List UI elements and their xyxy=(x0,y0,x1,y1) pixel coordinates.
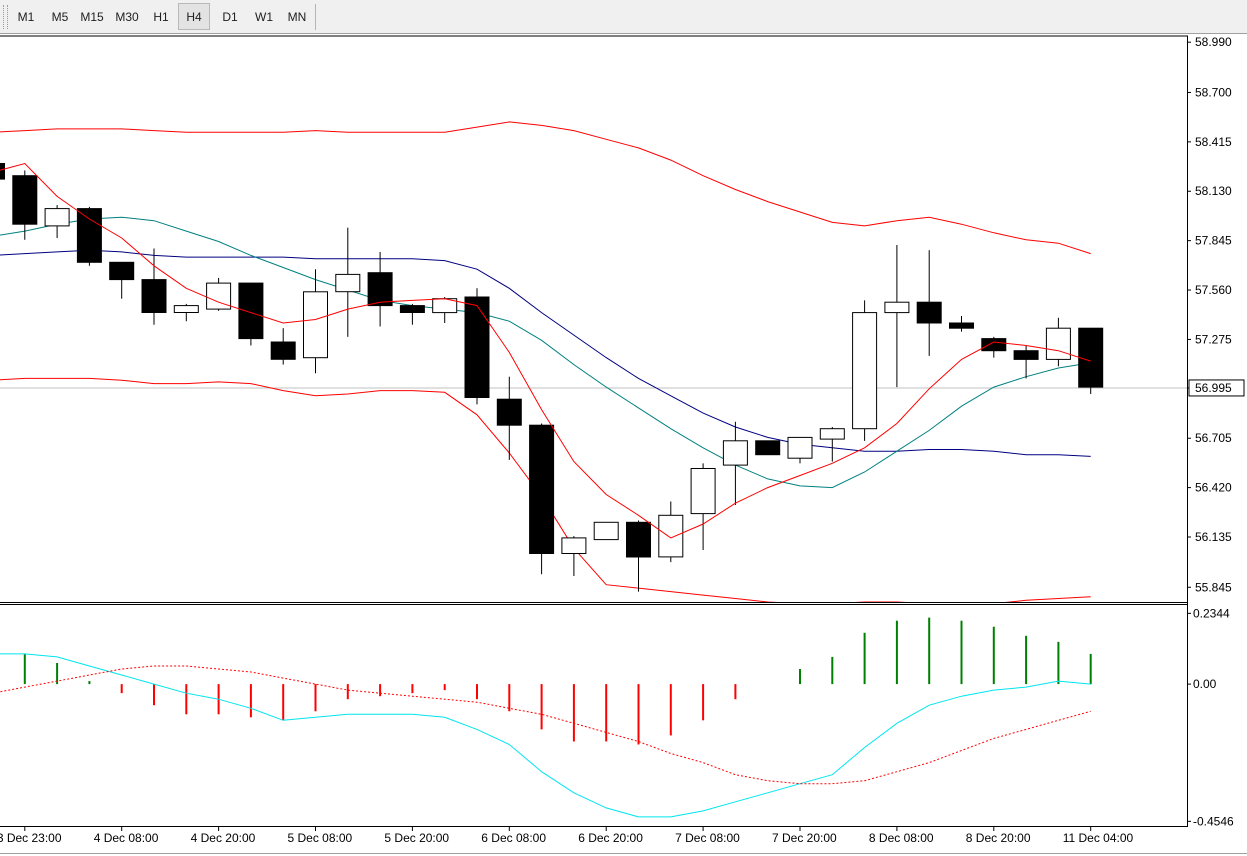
price-tick-label: 56.420 xyxy=(1195,481,1232,495)
price-tick-label: 56.705 xyxy=(1195,431,1232,445)
candle-body-bearish xyxy=(496,398,522,426)
candle-body-bullish xyxy=(787,436,813,459)
candle-body-bullish xyxy=(561,537,587,554)
price-tick-label: 56.995 xyxy=(1195,381,1232,395)
candle-body-bearish xyxy=(12,175,38,225)
timeframe-button-m15[interactable]: M15 xyxy=(76,3,108,30)
time-tick-label: 6 Dec 20:00 xyxy=(578,831,643,845)
time-tick-label: 4 Dec 08:00 xyxy=(94,831,159,845)
chart-window[interactable]: 58.990 58.700 58.415 58.130 57.845 57.560 57.2… xyxy=(0,34,1247,856)
toolbar-separator xyxy=(315,4,316,30)
candle-body-bearish xyxy=(1078,327,1104,388)
time-tick-label: 8 Dec 20:00 xyxy=(966,831,1031,845)
macd-tick-label: 0.2344 xyxy=(1193,606,1230,620)
candle-body-bearish xyxy=(76,208,102,263)
candle-body-bearish xyxy=(755,440,781,456)
candle[interactable] xyxy=(238,282,264,346)
timeframe-button-m30[interactable]: M30 xyxy=(111,3,143,30)
timeframe-toolbar: M1 M5 M15 M30 H1 H4 D1 W1 MN xyxy=(0,0,1247,34)
candle-body-bearish xyxy=(529,424,555,555)
time-tick-label: 4 Dec 20:00 xyxy=(191,831,256,845)
candle-body-bullish xyxy=(722,440,748,466)
candle-body-bearish xyxy=(270,341,296,360)
price-tick-label: 57.560 xyxy=(1195,283,1232,297)
candle[interactable] xyxy=(593,521,619,541)
candle-body-bearish xyxy=(949,322,974,329)
timeframe-button-h1[interactable]: H1 xyxy=(145,3,177,30)
candle-body-bullish xyxy=(819,428,845,440)
candle-body-bullish xyxy=(303,291,328,359)
candle-body-bearish xyxy=(109,261,135,281)
time-tick-label: 5 Dec 20:00 xyxy=(384,831,449,845)
candle[interactable] xyxy=(755,440,781,456)
price-tick-label: 58.130 xyxy=(1195,184,1232,198)
candle-body-bullish xyxy=(1045,327,1071,360)
candle-body-bearish xyxy=(916,301,942,324)
toolbar-grip[interactable] xyxy=(3,5,8,29)
candle-body-bearish xyxy=(367,272,393,307)
candle-body-bullish xyxy=(44,208,70,227)
candle-body-bullish xyxy=(173,305,199,314)
timeframe-button-mn[interactable]: MN xyxy=(281,3,313,30)
candle[interactable] xyxy=(529,423,555,575)
time-tick-label: 5 Dec 08:00 xyxy=(288,831,353,845)
candle-body-bearish xyxy=(141,279,167,314)
price-tick-label: 56.135 xyxy=(1195,530,1232,544)
candle-body-bullish xyxy=(335,273,361,293)
candle[interactable] xyxy=(76,206,102,266)
timeframe-button-d1[interactable]: D1 xyxy=(214,3,246,30)
time-tick-label: 11 Dec 04:00 xyxy=(1063,831,1134,845)
chart-background xyxy=(0,34,1247,856)
time-tick-label: 7 Dec 20:00 xyxy=(772,831,837,845)
time-tick-label: 7 Dec 08:00 xyxy=(675,831,740,845)
candle-body-bullish xyxy=(884,301,910,314)
candle-body-bearish xyxy=(981,338,1007,352)
price-tick-label: 58.700 xyxy=(1195,85,1232,99)
time-tick-label: 3 Dec 23:00 xyxy=(0,831,62,845)
time-tick-label: 6 Dec 08:00 xyxy=(481,831,546,845)
price-tick-label: 57.845 xyxy=(1195,234,1232,248)
candle-body-bullish xyxy=(690,468,716,515)
time-tick-label: 8 Dec 08:00 xyxy=(869,831,934,845)
macd-tick-label: -0.4546 xyxy=(1193,814,1234,828)
candle-body-bearish xyxy=(464,296,490,398)
candle-body-bearish xyxy=(0,163,5,180)
candle-body-bullish xyxy=(593,521,619,541)
candle[interactable] xyxy=(852,300,878,441)
price-tick-label: 58.415 xyxy=(1195,135,1232,149)
candle-body-bearish xyxy=(238,282,264,340)
timeframe-button-h4[interactable]: H4 xyxy=(178,3,210,30)
price-tick-label: 58.990 xyxy=(1195,35,1232,49)
timeframe-button-m1[interactable]: M1 xyxy=(10,3,42,30)
price-tick-label: 57.275 xyxy=(1195,332,1232,346)
price-tick-label: 55.845 xyxy=(1195,580,1232,594)
candle[interactable] xyxy=(206,277,232,311)
macd-tick-label: 0.00 xyxy=(1193,677,1217,691)
candle-body-bullish xyxy=(658,514,684,558)
candle-body-bullish xyxy=(852,312,878,430)
candle-body-bearish xyxy=(1013,350,1039,360)
candle-body-bearish xyxy=(626,521,651,558)
timeframe-button-w1[interactable]: W1 xyxy=(248,3,280,30)
candle-body-bearish xyxy=(399,305,425,314)
timeframe-button-m5[interactable]: M5 xyxy=(44,3,76,30)
